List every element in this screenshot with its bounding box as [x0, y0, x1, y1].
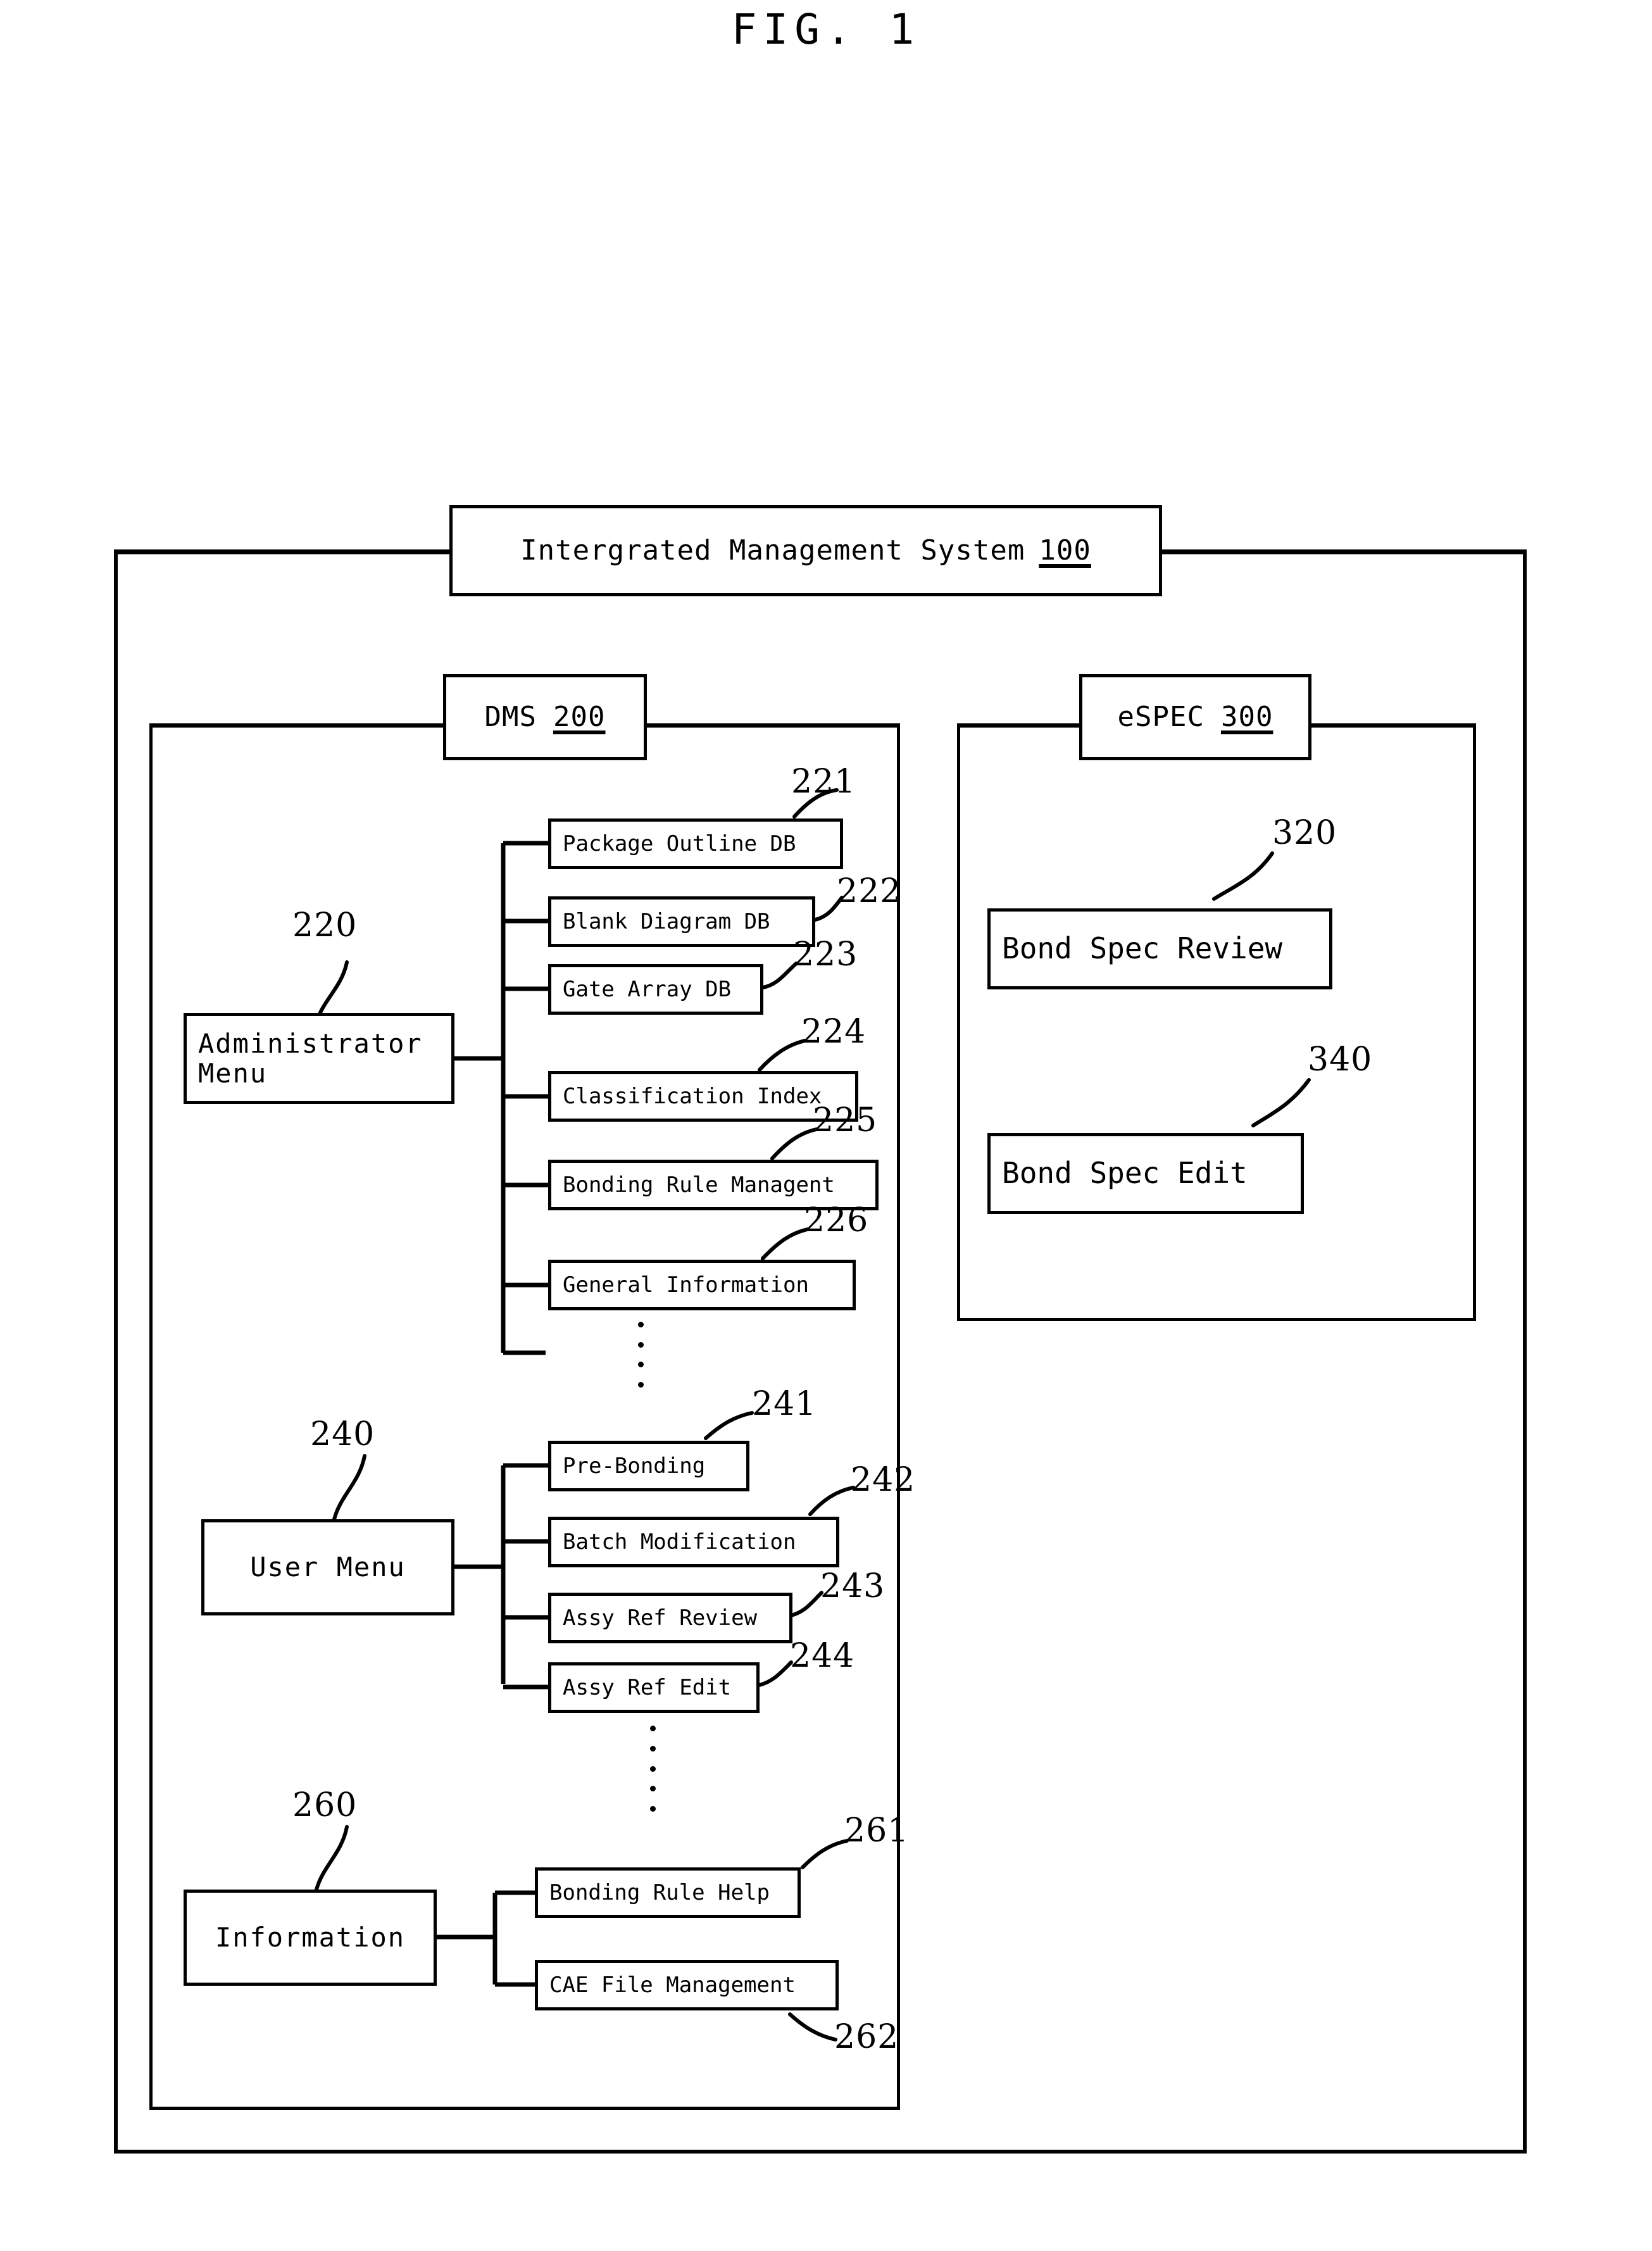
blank-diagram-db-box[interactable]: Blank Diagram DB [548, 896, 815, 947]
information-label: Information [215, 1922, 406, 1953]
classification-index-label: Classification Index [563, 1083, 822, 1109]
integrated-management-system-ref: 100 [1039, 534, 1091, 567]
ref-224: 224 [801, 1013, 867, 1051]
gate-array-db-label: Gate Array DB [563, 976, 732, 1002]
administrator-ellipsis [637, 1322, 644, 1388]
pre-bonding-box[interactable]: Pre-Bonding [548, 1441, 749, 1491]
ref-241: 241 [752, 1385, 817, 1423]
pre-bonding-label: Pre-Bonding [563, 1453, 706, 1479]
batch-modification-label: Batch Modification [563, 1529, 796, 1555]
bond-spec-review-box[interactable]: Bond Spec Review [987, 908, 1332, 989]
assy-ref-review-label: Assy Ref Review [563, 1605, 758, 1631]
ref-261: 261 [844, 1812, 910, 1850]
user-menu-label: User Menu [250, 1552, 406, 1583]
assy-ref-edit-box[interactable]: Assy Ref Edit [548, 1662, 760, 1713]
ellipsis-dot [649, 1786, 656, 1792]
ellipsis-dot [649, 1726, 656, 1731]
espec-container [957, 724, 1476, 1321]
ellipsis-dot [649, 1806, 656, 1812]
ref-222: 222 [837, 872, 902, 910]
ellipsis-dot [637, 1362, 644, 1368]
ref-220: 220 [292, 906, 358, 944]
blank-diagram-db-label: Blank Diagram DB [563, 908, 770, 934]
bonding-rule-help-label: Bonding Rule Help [549, 1879, 770, 1905]
ref-243: 243 [820, 1567, 885, 1605]
ref-221: 221 [791, 763, 856, 801]
bonding-rule-managent-label: Bonding Rule Managent [563, 1172, 835, 1198]
ref-242: 242 [851, 1461, 916, 1499]
ref-262: 262 [834, 2018, 899, 2056]
package-outline-db-label: Package Outline DB [563, 831, 796, 856]
ref-244: 244 [790, 1637, 855, 1675]
bond-spec-edit-box[interactable]: Bond Spec Edit [987, 1133, 1304, 1214]
ellipsis-dot [637, 1322, 644, 1327]
ellipsis-dot [649, 1765, 656, 1772]
espec-label: eSPEC [1117, 701, 1205, 734]
ref-240: 240 [310, 1415, 375, 1453]
ref-225: 225 [813, 1101, 878, 1139]
gate-array-db-box[interactable]: Gate Array DB [548, 964, 763, 1015]
bond-spec-review-label: Bond Spec Review [1002, 931, 1283, 966]
classification-index-box[interactable]: Classification Index [548, 1071, 858, 1122]
figure-canvas: FIG. 1 Intergrated Management System 100… [0, 0, 1652, 2251]
administrator-menu-label-line2: Menu [198, 1058, 268, 1089]
cae-file-management-label: CAE File Management [549, 1972, 796, 1998]
ref-223: 223 [793, 936, 858, 974]
information-box[interactable]: Information [184, 1890, 437, 1986]
ellipsis-dot [637, 1381, 644, 1388]
espec-ref: 300 [1220, 701, 1273, 734]
dms-box[interactable]: DMS 200 [443, 674, 647, 760]
ellipsis-dot [637, 1341, 644, 1348]
package-outline-db-box[interactable]: Package Outline DB [548, 818, 843, 869]
ref-226: 226 [804, 1201, 869, 1239]
figure-title: FIG. 1 [731, 5, 921, 54]
user-menu-box[interactable]: User Menu [201, 1519, 454, 1615]
bonding-rule-help-box[interactable]: Bonding Rule Help [535, 1867, 801, 1918]
espec-box[interactable]: eSPEC 300 [1079, 674, 1311, 760]
cae-file-management-box[interactable]: CAE File Management [535, 1960, 839, 2010]
assy-ref-edit-label: Assy Ref Edit [563, 1674, 732, 1700]
administrator-menu-box[interactable]: Administrator Menu [184, 1013, 454, 1104]
ref-260: 260 [292, 1786, 358, 1824]
ellipsis-dot [649, 1745, 656, 1752]
integrated-management-system-label: Intergrated Management System [520, 534, 1025, 567]
batch-modification-box[interactable]: Batch Modification [548, 1517, 839, 1567]
ref-340: 340 [1308, 1041, 1373, 1079]
user-menu-ellipsis [649, 1726, 656, 1812]
dms-ref: 200 [553, 701, 606, 734]
administrator-menu-label-line1: Administrator [198, 1027, 423, 1059]
bond-spec-edit-label: Bond Spec Edit [1002, 1156, 1248, 1191]
integrated-management-system-box[interactable]: Intergrated Management System 100 [449, 505, 1162, 596]
general-information-box[interactable]: General Information [548, 1260, 856, 1310]
dms-label: DMS [484, 701, 537, 734]
ref-320: 320 [1272, 814, 1337, 852]
general-information-label: General Information [563, 1272, 809, 1298]
assy-ref-review-box[interactable]: Assy Ref Review [548, 1593, 792, 1643]
